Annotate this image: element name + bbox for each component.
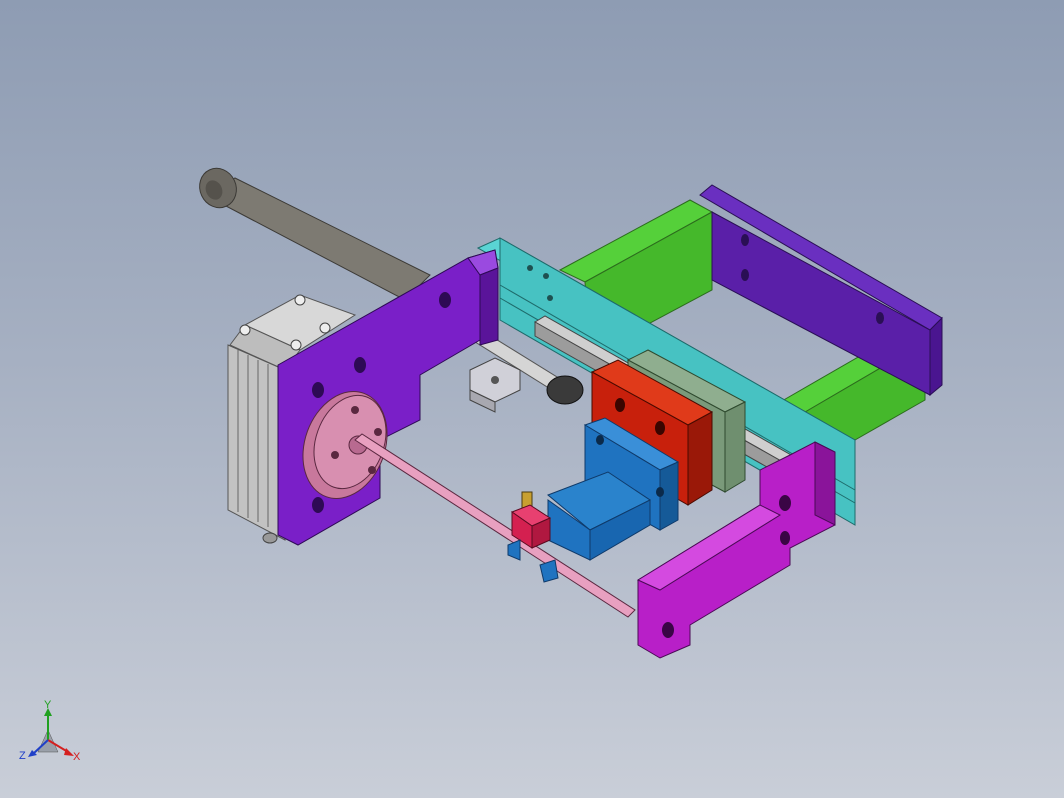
coordinate-triad: Y X Z <box>19 700 81 763</box>
right-bracket[interactable] <box>699 184 943 397</box>
z-axis-label: Z <box>19 750 26 762</box>
graphics-viewport[interactable]: Y X Z <box>0 0 1064 798</box>
gray-clamp-block[interactable] <box>469 357 521 413</box>
3d-assembly-model[interactable] <box>0 0 1064 798</box>
y-axis-label: Y <box>44 700 52 711</box>
cylinder-body[interactable] <box>193 162 431 301</box>
x-axis-label: X <box>73 751 81 763</box>
